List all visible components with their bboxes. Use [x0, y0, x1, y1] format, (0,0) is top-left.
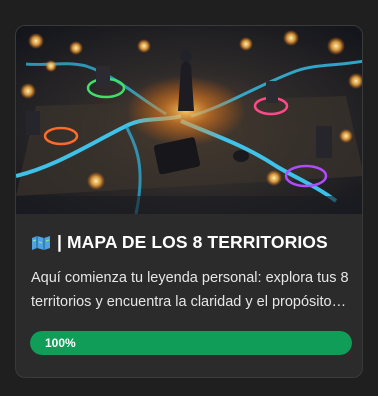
card-description: Aquí comienza tu leyenda personal: explo…: [31, 270, 349, 310]
course-card[interactable]: | MAPA DE LOS 8 TERRITORIOS Aquí comienz…: [15, 25, 363, 378]
map-icon: [31, 235, 51, 251]
progress-label: 100%: [45, 336, 76, 350]
card-title: | MAPA DE LOS 8 TERRITORIOS: [57, 232, 328, 252]
title-row: | MAPA DE LOS 8 TERRITORIOS: [31, 232, 350, 253]
progress-fill: 100%: [30, 331, 352, 355]
progress-bar: 100%: [30, 331, 352, 355]
cover-image: [16, 26, 362, 214]
